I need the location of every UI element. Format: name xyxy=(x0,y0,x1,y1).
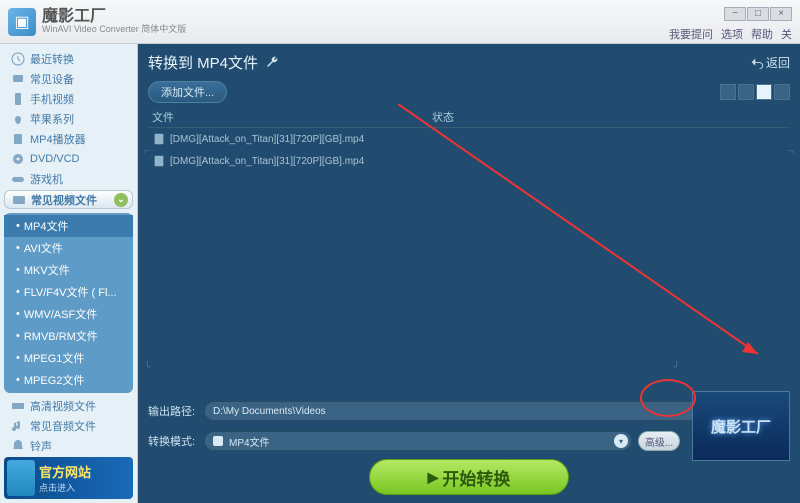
main-panel: 转换到 MP4文件 返回 添加文件... 文件 状态 [DMG][Attack_… xyxy=(138,44,800,503)
link-help[interactable]: 帮助 xyxy=(751,26,773,42)
clock-icon xyxy=(10,51,26,67)
preview-pane: 魔影工厂 xyxy=(692,391,790,461)
file-icon xyxy=(152,154,166,168)
sidebar-item-hd[interactable]: 高清视频文件 xyxy=(4,397,133,415)
chevron-down-icon: ⌄ xyxy=(114,193,128,207)
sidebar-item-dvd[interactable]: DVD/VCD xyxy=(4,150,133,168)
sidebar-item-devices[interactable]: 常见设备 xyxy=(4,70,133,88)
start-convert-button[interactable]: 开始转换 xyxy=(369,459,569,495)
sidebar-item-recent[interactable]: 最近转换 xyxy=(4,50,133,68)
promo-sub: 点击进入 xyxy=(39,481,91,494)
page-title: 转换到 MP4文件 xyxy=(148,52,258,73)
sub-item-mkv[interactable]: MKV文件 xyxy=(4,259,133,281)
header-links: 我要提问 选项 帮助 关 xyxy=(669,26,792,42)
sidebar-item-ringtone[interactable]: 铃声 xyxy=(4,437,133,455)
sidebar-item-phone[interactable]: 手机视频 xyxy=(4,90,133,108)
sub-item-rmvb[interactable]: RMVB/RM文件 xyxy=(4,325,133,347)
title-bar: ▣ 魔影工厂 WinAVI Video Converter 简体中文版 − □ … xyxy=(0,0,800,44)
file-list: [DMG][Attack_on_Titan][31][720P][GB].mp4… xyxy=(148,128,790,399)
advanced-button[interactable]: 高级... xyxy=(638,431,680,451)
hd-icon xyxy=(10,398,26,414)
mode-label: 转换模式: xyxy=(148,433,204,449)
apple-icon xyxy=(10,111,26,127)
sub-item-avi[interactable]: AVI文件 xyxy=(4,237,133,259)
phone-icon xyxy=(10,91,26,107)
sidebar-item-apple[interactable]: 苹果系列 xyxy=(4,110,133,128)
sub-item-wmv[interactable]: WMV/ASF文件 xyxy=(4,303,133,325)
view-detail-button[interactable] xyxy=(756,84,772,100)
return-icon xyxy=(750,56,764,70)
file-row[interactable]: [DMG][Attack_on_Titan][31][720P][GB].mp4 xyxy=(148,128,790,150)
promo-banner[interactable]: 官方网站 点击进入 xyxy=(4,457,133,499)
promo-icon xyxy=(7,460,35,496)
view-list-button[interactable] xyxy=(720,84,736,100)
mode-select[interactable]: MP4文件▾ xyxy=(204,431,632,451)
link-ask[interactable]: 我要提问 xyxy=(669,26,713,42)
wrench-icon[interactable] xyxy=(264,55,280,71)
app-subtitle: WinAVI Video Converter 简体中文版 xyxy=(42,25,186,34)
output-path-field[interactable]: D:\My Documents\Videos xyxy=(204,401,742,421)
minimize-button[interactable]: − xyxy=(724,7,746,21)
sub-item-mp4[interactable]: MP4文件 xyxy=(4,215,133,237)
sidebar-submenu: MP4文件 AVI文件 MKV文件 FLV/F4V文件 ( Fl... WMV/… xyxy=(4,213,133,393)
view-grid-button[interactable] xyxy=(738,84,754,100)
sub-item-mpeg1[interactable]: MPEG1文件 xyxy=(4,347,133,369)
maximize-button[interactable]: □ xyxy=(747,7,769,21)
sidebar-item-mp4player[interactable]: MP4播放器 xyxy=(4,130,133,148)
disc-icon xyxy=(10,151,26,167)
output-path-label: 输出路径: xyxy=(148,403,204,419)
game-icon xyxy=(10,171,26,187)
link-about[interactable]: 关 xyxy=(781,26,792,42)
view-thumb-button[interactable] xyxy=(774,84,790,100)
col-status: 状态 xyxy=(432,109,454,125)
add-file-button[interactable]: 添加文件... xyxy=(148,81,227,103)
file-icon xyxy=(152,132,166,146)
sub-item-mpeg2[interactable]: MPEG2文件 xyxy=(4,369,133,391)
device-icon xyxy=(10,71,26,87)
app-title: 魔影工厂 xyxy=(42,9,186,25)
video-icon xyxy=(11,192,27,208)
sidebar: 最近转换 常见设备 手机视频 苹果系列 MP4播放器 DVD/VCD 游戏机 常… xyxy=(0,44,138,503)
view-mode-toggle xyxy=(720,84,790,100)
sidebar-item-game[interactable]: 游戏机 xyxy=(4,170,133,188)
app-logo-icon: ▣ xyxy=(8,8,36,36)
close-button[interactable]: × xyxy=(770,7,792,21)
audio-icon xyxy=(10,418,26,434)
file-row[interactable]: [DMG][Attack_on_Titan][31][720P][GB].mp4 xyxy=(148,150,790,172)
sidebar-item-common-video[interactable]: 常见视频文件⌄ xyxy=(4,190,133,209)
chevron-down-icon: ▾ xyxy=(614,434,628,448)
sidebar-item-audio[interactable]: 常见音频文件 xyxy=(4,417,133,435)
sub-item-flv[interactable]: FLV/F4V文件 ( Fl... xyxy=(4,281,133,303)
link-options[interactable]: 选项 xyxy=(721,26,743,42)
mp4-icon xyxy=(10,131,26,147)
back-button[interactable]: 返回 xyxy=(750,54,790,71)
column-headers: 文件 状态 xyxy=(148,107,790,128)
col-file: 文件 xyxy=(152,109,432,125)
ring-icon xyxy=(10,438,26,454)
promo-title: 官方网站 xyxy=(39,462,91,481)
